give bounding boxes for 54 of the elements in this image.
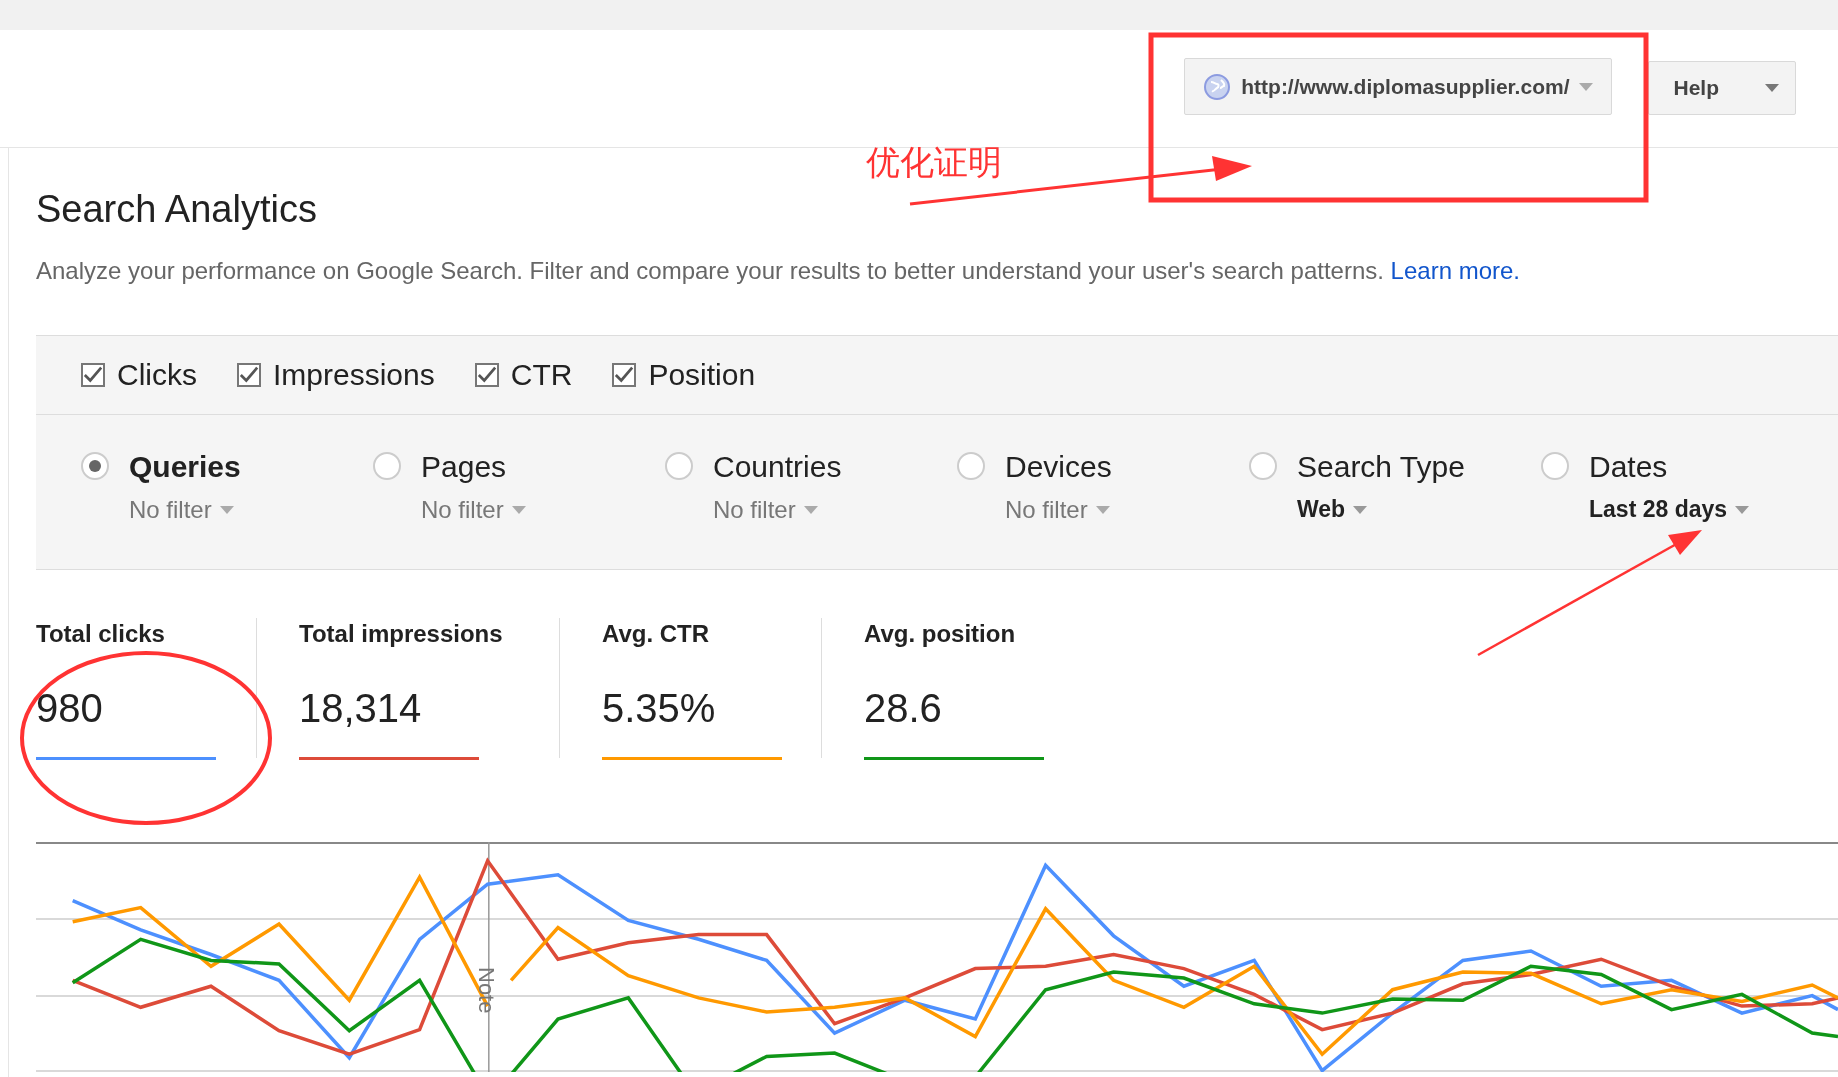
page-title: Search Analytics [36, 188, 318, 231]
caret-icon [803, 506, 818, 514]
filter-dropdown[interactable]: No filter [1005, 496, 1112, 524]
filter-dropdown[interactable]: Web [1297, 496, 1465, 523]
checkbox-label: Clicks [117, 358, 197, 392]
dimension-label[interactable]: Countries [713, 450, 842, 484]
metric-value: 28.6 [864, 686, 943, 731]
checkbox-label: CTR [510, 358, 573, 392]
radio-button[interactable] [373, 452, 401, 480]
checkbox[interactable] [612, 363, 637, 387]
metric-label: Avg. position [864, 619, 1017, 648]
learn-more-link[interactable]: Learn more. [1390, 257, 1520, 284]
caret-icon [1765, 83, 1779, 92]
metric-label: Total impressions [299, 619, 504, 648]
filter-dropdown[interactable]: No filter [129, 496, 241, 524]
radio-button[interactable] [1249, 452, 1277, 480]
dimension-label[interactable]: Pages [421, 450, 526, 484]
filter-dropdown[interactable]: No filter [713, 496, 842, 524]
caret-icon [1095, 506, 1110, 514]
metric-label: Total clicks [36, 619, 166, 648]
caret-icon [1353, 505, 1368, 514]
check-icon [614, 365, 635, 385]
dimension-label[interactable]: Queries [129, 450, 241, 484]
site-selector[interactable]: http://www.diplomasupplier.com/ [1184, 58, 1613, 115]
check-icon [83, 365, 103, 385]
dimension-label[interactable]: Dates [1589, 450, 1750, 484]
caret-icon [219, 506, 234, 514]
checkbox[interactable] [237, 363, 261, 387]
check-icon [239, 365, 259, 385]
metric-value: 5.35% [602, 686, 717, 731]
metric-value: 18,314 [299, 686, 423, 731]
dimension-label[interactable]: Devices [1005, 450, 1112, 484]
checkbox[interactable] [81, 363, 105, 387]
check-icon [476, 365, 497, 385]
filter-dropdown[interactable]: Last 28 days [1589, 496, 1750, 523]
metric-label: Avg. CTR [602, 619, 711, 648]
caret-icon [1735, 505, 1750, 514]
chart-note-label: Note [473, 967, 499, 1014]
checkbox[interactable] [474, 363, 499, 387]
caret-icon [511, 506, 526, 514]
radio-button[interactable] [957, 452, 985, 480]
checkbox-label: Impressions [273, 358, 435, 392]
dimension-label[interactable]: Search Type [1297, 450, 1465, 484]
metric-value: 980 [36, 686, 104, 731]
page-description: Analyze your performance on Google Search. Filter and compare your results to better understand your user's search patterns. Learn more. [36, 257, 1521, 285]
help-button[interactable]: Help [1648, 60, 1796, 115]
caret-icon [1579, 82, 1594, 91]
filter-dropdown[interactable]: No filter [421, 496, 526, 524]
globe-icon [1203, 72, 1232, 101]
checkbox-label: Position [648, 358, 756, 392]
radio-button[interactable] [1541, 452, 1569, 480]
annotation-text: 优化证明 [866, 141, 1002, 184]
radio-button[interactable] [665, 452, 693, 480]
radio-button[interactable] [81, 452, 109, 480]
